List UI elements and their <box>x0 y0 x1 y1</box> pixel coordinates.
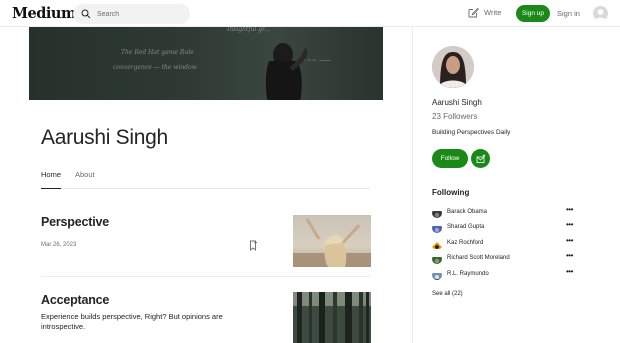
tab-home[interactable]: Home <box>41 170 62 189</box>
post-thumbnail[interactable] <box>293 215 371 267</box>
avatar <box>432 208 442 218</box>
post-thumbnail[interactable] <box>293 292 371 343</box>
post-title[interactable]: Perspective <box>41 215 109 229</box>
avatar <box>432 223 442 233</box>
sign-in-link[interactable]: Sign in <box>557 9 580 18</box>
sidebar-profile-name[interactable]: Aarushi Singh <box>432 98 482 107</box>
avatar <box>432 270 442 280</box>
profile-banner-image: Insightful gr... The Red Hat game Rule c… <box>29 27 383 100</box>
following-name[interactable]: Barack Obama <box>447 209 487 215</box>
followers-count[interactable]: 23 Followers <box>432 112 477 121</box>
search-box[interactable] <box>73 4 190 24</box>
more-options-icon[interactable]: ••• <box>566 205 573 214</box>
post-title[interactable]: Acceptance <box>41 293 109 307</box>
following-item[interactable]: Sharad Gupta ••• <box>432 220 577 235</box>
more-options-icon[interactable]: ••• <box>566 267 573 276</box>
search-icon <box>81 9 91 19</box>
write-label: Write <box>484 8 502 17</box>
top-navigation-bar: Medium Write Sign up Sign in <box>0 0 620 27</box>
following-item[interactable]: Kaz Rochford ••• <box>432 236 577 251</box>
following-item[interactable]: Barack Obama ••• <box>432 205 577 220</box>
post-divider <box>41 276 370 277</box>
following-name[interactable]: Kaz Rochford <box>447 240 483 246</box>
following-name[interactable]: Sharad Gupta <box>447 224 484 230</box>
post-date: Mar 26, 2023 <box>41 242 77 248</box>
following-heading: Following <box>432 188 470 197</box>
write-button[interactable]: Write <box>468 7 501 18</box>
search-input[interactable] <box>97 7 185 21</box>
mail-plus-icon <box>476 154 485 163</box>
profile-avatar[interactable] <box>432 46 474 88</box>
see-all-following-link[interactable]: See all (22) <box>432 291 463 297</box>
avatar <box>432 239 442 249</box>
sign-up-button[interactable]: Sign up <box>516 5 550 22</box>
following-item[interactable]: R.L. Raymundo ••• <box>432 267 577 282</box>
following-item[interactable]: Richard Scott Moreland ••• <box>432 251 577 266</box>
more-options-icon[interactable]: ••• <box>566 251 573 260</box>
user-avatar[interactable] <box>593 6 608 21</box>
user-icon <box>595 9 606 21</box>
more-options-icon[interactable]: ••• <box>566 220 573 229</box>
sidebar-divider <box>412 27 413 343</box>
subscribe-email-button[interactable] <box>471 149 490 168</box>
tab-about[interactable]: About <box>75 170 95 189</box>
bookmark-add-icon[interactable] <box>249 240 258 251</box>
post-excerpt[interactable]: Experience builds perspective, Right? Bu… <box>41 312 246 332</box>
write-icon <box>468 7 479 18</box>
following-name[interactable]: R.L. Raymundo <box>447 271 489 277</box>
more-options-icon[interactable]: ••• <box>566 236 573 245</box>
medium-logo[interactable]: Medium <box>12 5 76 22</box>
follow-button[interactable]: Follow <box>432 149 468 168</box>
profile-bio: Building Perspectives Daily <box>432 129 511 136</box>
following-name[interactable]: Richard Scott Moreland <box>447 255 510 261</box>
profile-tabs: Home About <box>41 170 370 189</box>
profile-name-heading: Aarushi Singh <box>41 126 168 149</box>
avatar <box>432 254 442 264</box>
